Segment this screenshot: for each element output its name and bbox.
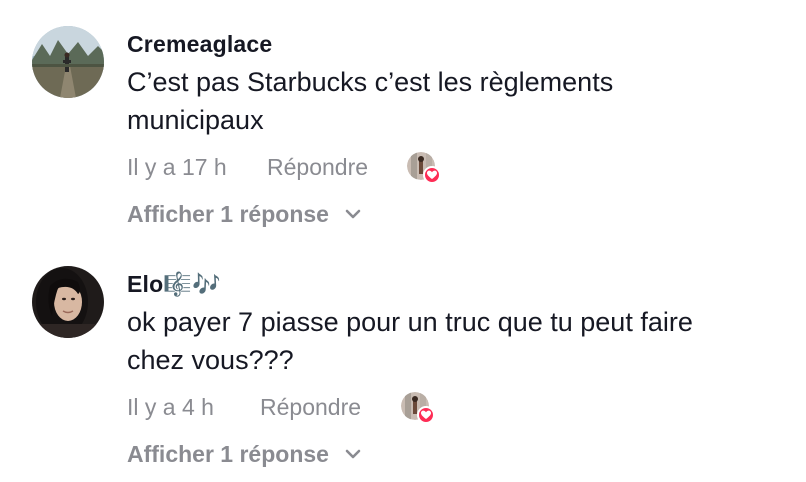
view-replies-label: Afficher 1 réponse [127, 441, 329, 467]
avatar[interactable] [32, 26, 104, 98]
creator-liked-badge [407, 152, 441, 184]
comment-username[interactable]: Cremeaglace [127, 31, 272, 58]
reply-button[interactable]: Répondre [267, 154, 368, 181]
avatar[interactable] [32, 266, 104, 338]
comment-timestamp: Il y a 4 h [127, 394, 214, 420]
reply-button[interactable]: Répondre [260, 394, 361, 421]
comment-username[interactable]: Elo🎼🎶 [127, 271, 221, 298]
comment-text: ok payer 7 piasse pour un truc que tu pe… [127, 307, 693, 375]
view-replies-label: Afficher 1 réponse [127, 201, 329, 227]
creator-liked-badge [401, 392, 435, 424]
view-replies-button[interactable]: Afficher 1 réponse [127, 201, 361, 228]
chevron-down-icon [346, 449, 361, 459]
avatar-image [32, 266, 104, 338]
avatar-image [32, 26, 104, 98]
view-replies-button[interactable]: Afficher 1 réponse [127, 441, 361, 468]
chevron-down-icon [346, 209, 361, 219]
heart-icon [423, 166, 441, 184]
heart-icon [417, 406, 435, 424]
comment-text: C’est pas Starbucks c’est les règlements… [127, 67, 614, 135]
comment-timestamp: Il y a 17 h [127, 154, 227, 180]
